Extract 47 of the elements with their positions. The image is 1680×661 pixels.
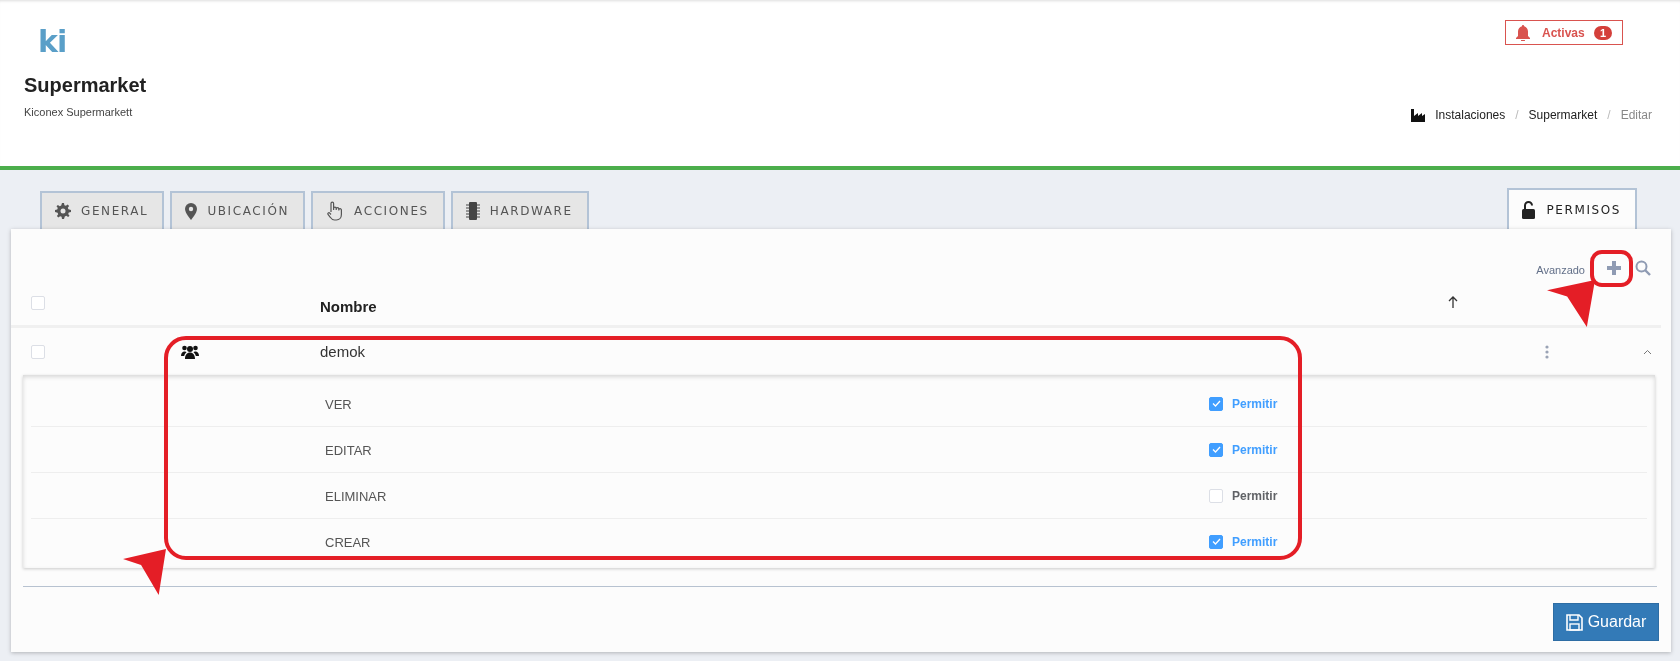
checkbox-label[interactable]: Permitir bbox=[1232, 488, 1278, 503]
unlocked-padlock-icon bbox=[1522, 201, 1537, 219]
gear-icon bbox=[55, 203, 71, 219]
permission-label: VER bbox=[325, 396, 352, 412]
check-icon bbox=[1211, 400, 1221, 407]
breadcrumb-link[interactable]: Supermarket bbox=[1528, 108, 1598, 122]
permission-label: CREAR bbox=[325, 534, 371, 550]
hand-pointer-icon bbox=[326, 201, 345, 221]
tab[interactable]: ACCIONES bbox=[311, 191, 445, 229]
alerts-label: Activas bbox=[1541, 25, 1586, 40]
checkbox[interactable] bbox=[1209, 396, 1223, 411]
more-options-icon[interactable] bbox=[1545, 344, 1549, 359]
checkbox[interactable] bbox=[1209, 442, 1223, 457]
breadcrumb-separator: / bbox=[1515, 108, 1519, 122]
tab[interactable]: PERMISOS bbox=[1507, 188, 1637, 230]
row-name: demok bbox=[320, 342, 366, 360]
count-badge: 1 bbox=[1593, 25, 1612, 40]
pointer-arrow bbox=[1547, 280, 1595, 327]
pointer-arrow bbox=[123, 549, 166, 595]
check-icon bbox=[1211, 538, 1221, 545]
map-pin-icon bbox=[185, 202, 198, 220]
check-icon bbox=[1211, 446, 1221, 453]
alerts-button[interactable]: Activas 1 bbox=[1505, 20, 1623, 45]
column-header[interactable]: Nombre bbox=[320, 298, 377, 315]
logo: ki bbox=[38, 26, 68, 58]
chip-icon bbox=[465, 202, 480, 220]
breadcrumb-current: Editar bbox=[1620, 108, 1652, 122]
highlight-frame bbox=[1590, 250, 1633, 287]
checkbox[interactable] bbox=[1209, 534, 1223, 549]
breadcrumb-link[interactable]: Instalaciones bbox=[1435, 108, 1506, 122]
chevron-up-icon[interactable] bbox=[1643, 348, 1652, 355]
page-title: Supermarket bbox=[24, 74, 147, 97]
page-subtitle: Kiconex Supermarkett bbox=[24, 106, 134, 118]
search-icon[interactable] bbox=[1635, 260, 1651, 276]
factory-icon bbox=[1411, 108, 1426, 122]
breadcrumb-separator: / bbox=[1607, 108, 1611, 122]
tab[interactable]: HARDWARE bbox=[450, 191, 589, 229]
plus-icon[interactable] bbox=[1607, 261, 1621, 275]
bell-icon bbox=[1516, 24, 1530, 41]
tab[interactable]: UBICACIÓN bbox=[170, 191, 306, 229]
sort-ascending-icon[interactable] bbox=[1448, 296, 1458, 308]
permission-label: ELIMINAR bbox=[325, 488, 387, 504]
users-icon bbox=[181, 344, 199, 359]
permission-label: EDITAR bbox=[325, 442, 372, 458]
tab[interactable]: GENERAL bbox=[40, 191, 165, 229]
advanced-link[interactable]: Avanzado bbox=[1536, 264, 1585, 276]
save-button[interactable]: Guardar bbox=[1553, 603, 1659, 641]
